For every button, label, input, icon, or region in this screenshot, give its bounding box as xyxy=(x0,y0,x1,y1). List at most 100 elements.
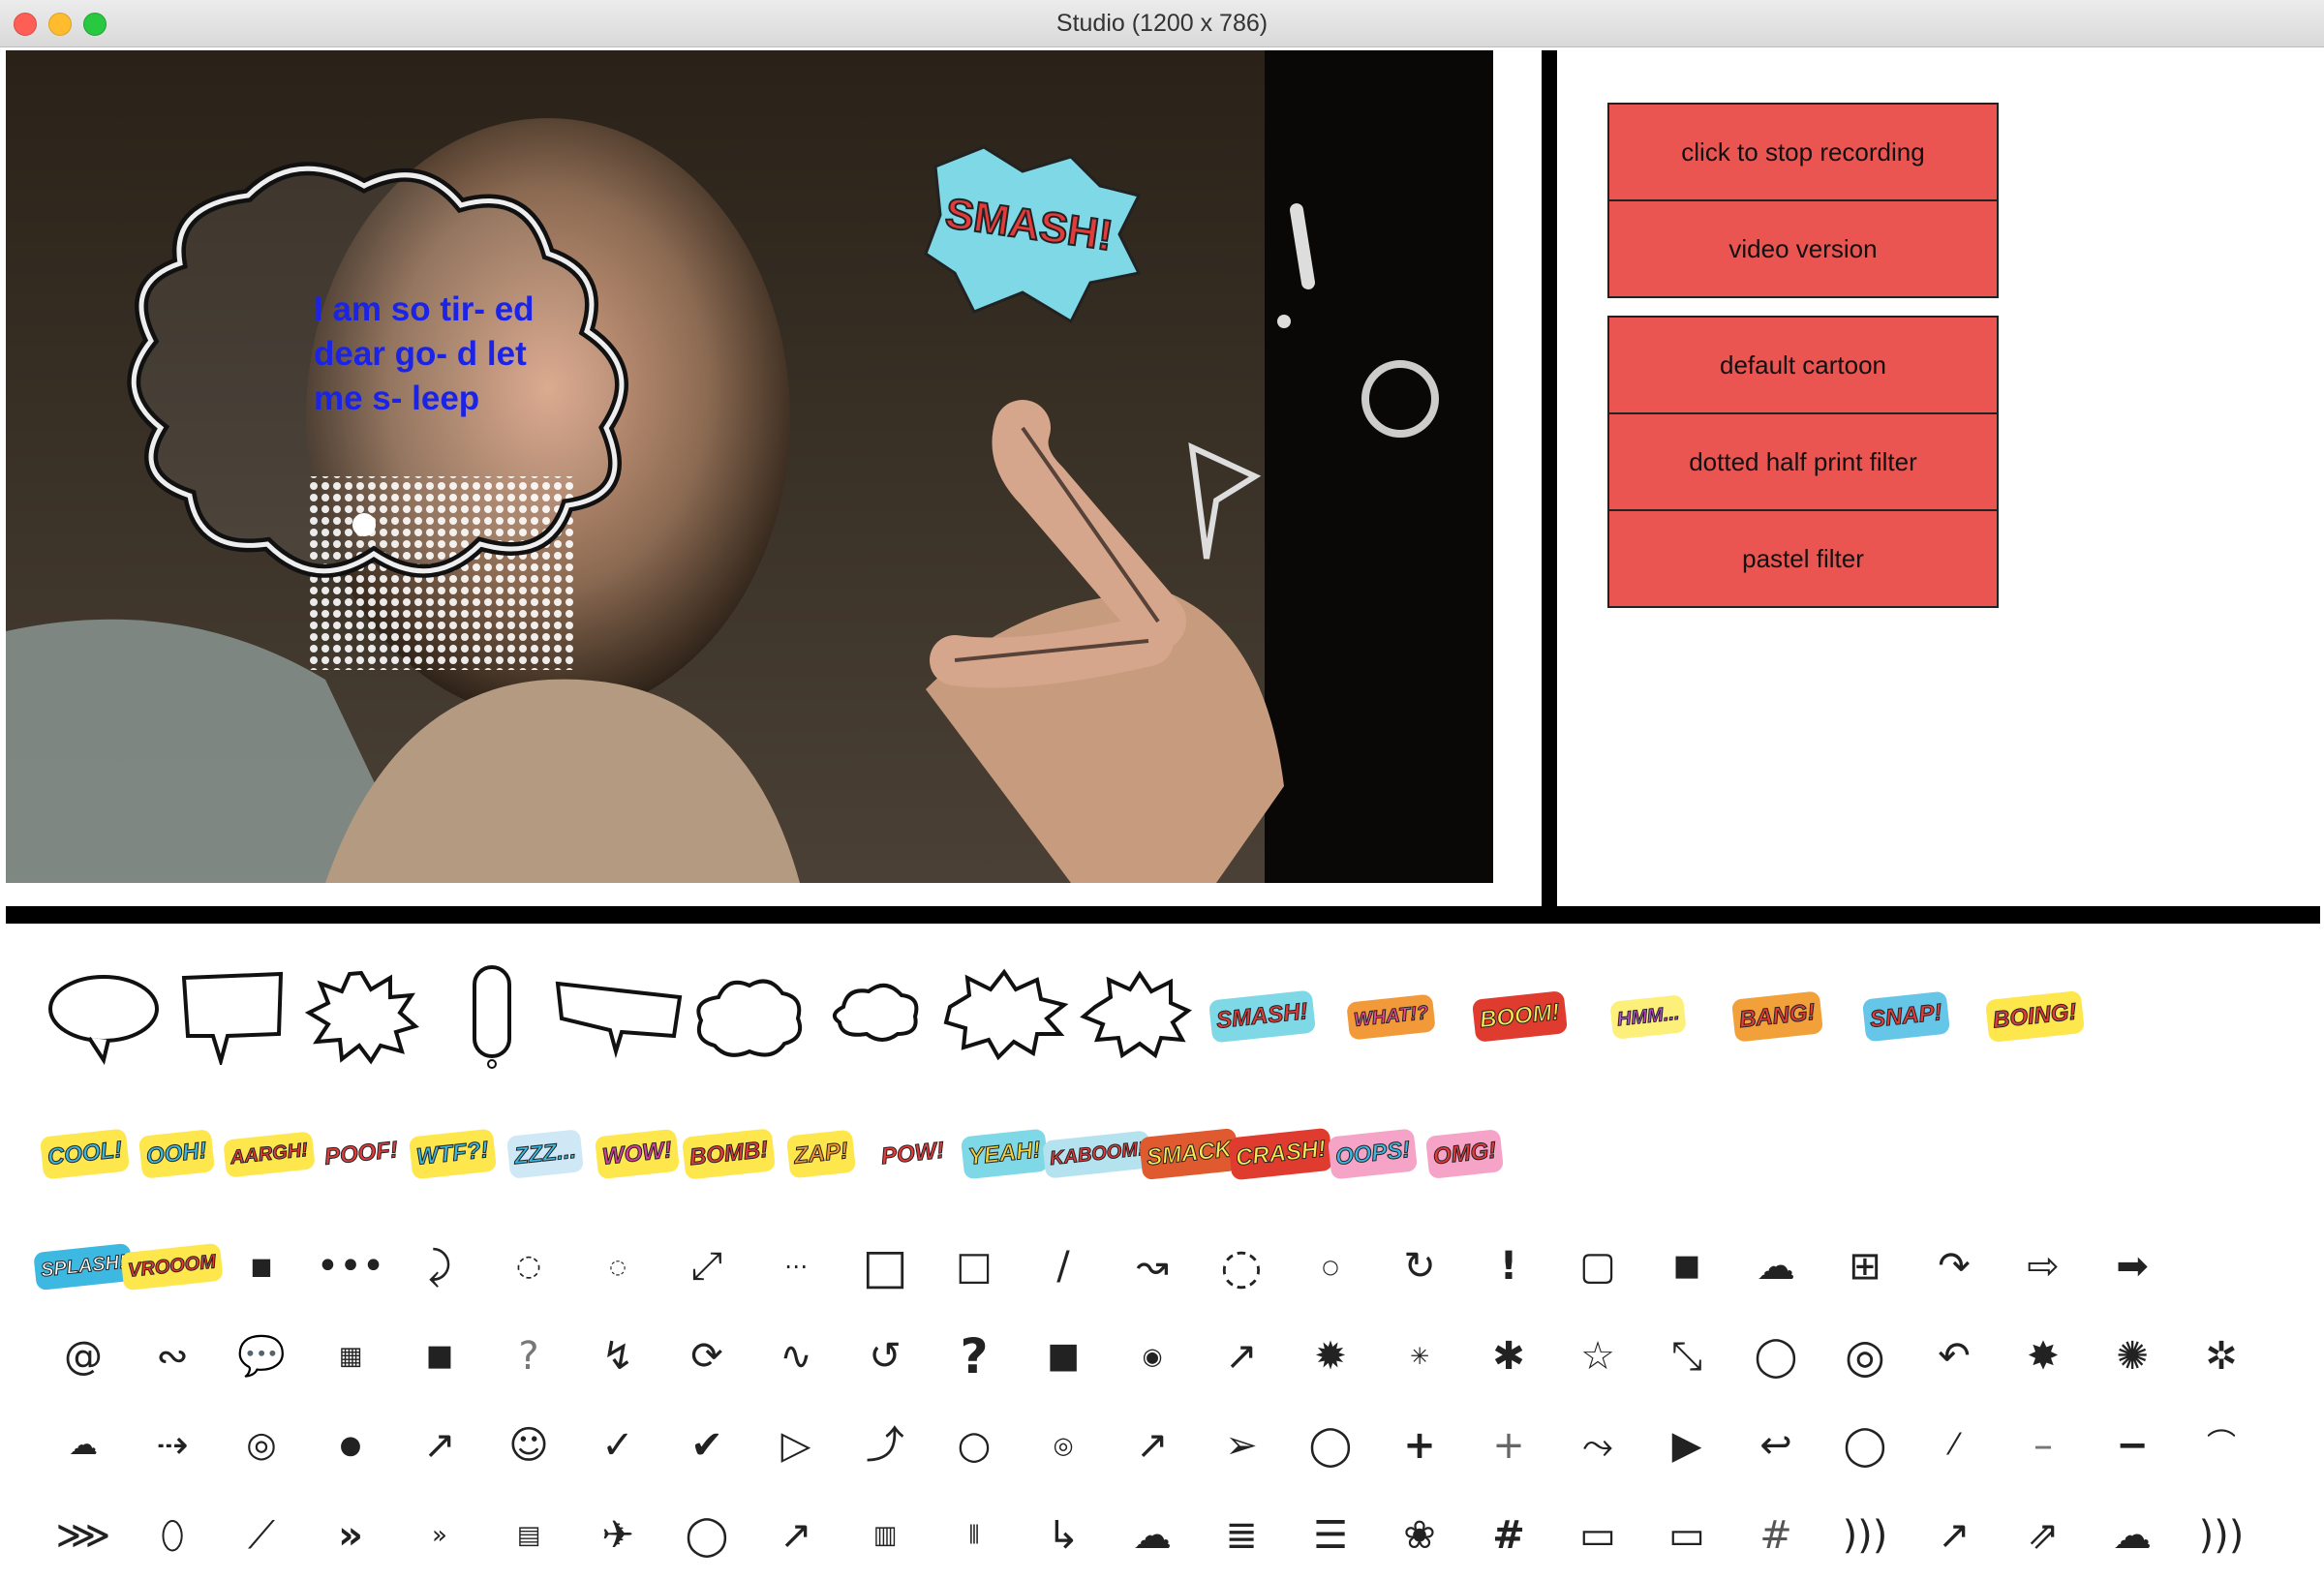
question-thin-icon[interactable]: ? xyxy=(484,1312,573,1401)
sticker-hmm[interactable]: HMM... xyxy=(1584,958,1713,1075)
squiggle-arrow-icon[interactable]: ⤳ xyxy=(1553,1401,1642,1490)
stacked-lines-icon[interactable]: ≣ xyxy=(1197,1491,1286,1580)
black-square-icon[interactable]: ■ xyxy=(395,1312,484,1401)
diagonal-double-arrow-icon[interactable]: ⤢ xyxy=(662,1222,751,1311)
sticker-smack[interactable]: SMACK xyxy=(1138,1096,1239,1212)
bold-dash-icon[interactable]: − xyxy=(2088,1401,2177,1490)
sticker-zzz[interactable]: ZZZ... xyxy=(499,1096,591,1212)
loop-arrow-icon[interactable]: ↻ xyxy=(1375,1222,1464,1311)
slash-stroke-icon[interactable]: / xyxy=(1019,1222,1108,1311)
thin-plus-icon[interactable]: + xyxy=(1464,1401,1553,1490)
wave-arcs-icon[interactable]: ))) xyxy=(2177,1491,2266,1580)
stop-recording-button[interactable]: click to stop recording xyxy=(1609,105,1997,201)
three-dots-icon[interactable]: ••• xyxy=(306,1222,395,1311)
bold-scribble-ring-icon[interactable]: ◯ xyxy=(662,1491,751,1580)
cloud-outline-icon[interactable]: ☁ xyxy=(1731,1222,1820,1311)
frame-square-icon[interactable]: ▢ xyxy=(1553,1222,1642,1311)
dotted-circle-large-icon[interactable]: ◌ xyxy=(1197,1222,1286,1311)
speech-frame-bold-icon[interactable]: ▭ xyxy=(1642,1491,1731,1580)
zigzag-arrow-icon[interactable]: ↝ xyxy=(1108,1222,1197,1311)
cloud-scribble-icon[interactable]: ☁ xyxy=(2088,1491,2177,1580)
smiley-icon[interactable]: ☺ xyxy=(484,1401,573,1490)
circular-arrow-icon[interactable]: ↷ xyxy=(1910,1222,1999,1311)
sticker-boing[interactable]: BOING! xyxy=(1971,958,2099,1075)
sticker-aargh[interactable]: AARGH! xyxy=(222,1096,316,1212)
sound-waves-icon[interactable]: ))) xyxy=(1820,1491,1910,1580)
sticker-snap[interactable]: SNAP! xyxy=(1842,958,1971,1075)
rounded-black-square-icon[interactable]: ■ xyxy=(1019,1312,1108,1401)
sparkle-lines-icon[interactable]: ✺ xyxy=(2088,1312,2177,1401)
sticker-bang[interactable]: BANG! xyxy=(1713,958,1842,1075)
flower-cloud-icon[interactable]: ❀ xyxy=(1375,1491,1464,1580)
question-bold-icon[interactable]: ? xyxy=(930,1312,1019,1401)
spiral-icon[interactable]: @ xyxy=(39,1312,128,1401)
sticker-smash[interactable]: SMASH! xyxy=(1198,958,1327,1075)
triangle-outline-icon[interactable]: ▷ xyxy=(751,1401,841,1490)
oval-outline-icon[interactable]: ○ xyxy=(930,1401,1019,1490)
swirl-icon[interactable]: ∾ xyxy=(128,1312,217,1401)
double-headed-arrow-icon[interactable]: ⤡ xyxy=(1642,1312,1731,1401)
tiny-star-icon[interactable]: ✳ xyxy=(1375,1312,1464,1401)
loop-up-arrow-icon[interactable]: ⤴ xyxy=(841,1401,930,1490)
pastel-filter-button[interactable]: pastel filter xyxy=(1609,511,1997,606)
paper-plane-icon[interactable]: ➢ xyxy=(1197,1401,1286,1490)
step-arrow-icon[interactable]: ↳ xyxy=(1019,1491,1108,1580)
filled-square-icon[interactable]: ■ xyxy=(1642,1222,1731,1311)
star-outline-icon[interactable]: ☆ xyxy=(1553,1312,1642,1401)
right-arrow-outline-icon[interactable]: ⇨ xyxy=(1999,1222,2088,1311)
plane-outline-icon[interactable]: ✈ xyxy=(573,1491,662,1580)
sticker-poof[interactable]: POOF! xyxy=(315,1096,407,1212)
sticker-what[interactable]: WHAT!? xyxy=(1327,958,1455,1075)
sticker-wow[interactable]: WOW! xyxy=(591,1096,683,1212)
dashed-arrow-icon[interactable]: ⇢ xyxy=(128,1401,217,1490)
scribble-arrow-icon[interactable]: ↺ xyxy=(841,1312,930,1401)
small-double-chevron-icon[interactable]: » xyxy=(395,1491,484,1580)
speech-bubble-spiky-icon[interactable] xyxy=(296,958,425,1075)
speech-bubble-tiny-icon[interactable]: 💬 xyxy=(217,1312,306,1401)
double-chevron-icon[interactable]: » xyxy=(306,1491,395,1580)
sticker-oops[interactable]: OOPS! xyxy=(1327,1096,1419,1212)
shout-bubble-wide-icon[interactable] xyxy=(940,958,1069,1075)
undo-arrow-icon[interactable]: ↶ xyxy=(1910,1312,1999,1401)
check-arrow-icon[interactable]: ↗ xyxy=(395,1401,484,1490)
sticker-bomb[interactable]: BOMB! xyxy=(681,1096,777,1212)
hash-thin-icon[interactable]: # xyxy=(1731,1491,1820,1580)
filled-square-small-icon[interactable]: ■ xyxy=(217,1222,306,1311)
sticker-yeah[interactable]: YEAH! xyxy=(959,1096,1051,1212)
dotted-line-icon[interactable]: ⋯ xyxy=(751,1222,841,1311)
lightning-squiggle-icon[interactable]: ↯ xyxy=(573,1312,662,1401)
thin-arrow-up-right-icon[interactable]: ↗ xyxy=(751,1491,841,1580)
black-burst-icon[interactable]: ✱ xyxy=(1464,1312,1553,1401)
wave-lines-icon[interactable]: ∿ xyxy=(751,1312,841,1401)
exclamation-icon[interactable]: ! xyxy=(1464,1222,1553,1311)
thought-bubble-cloud-icon[interactable] xyxy=(683,958,811,1075)
thought-bubble-small-icon[interactable] xyxy=(811,958,940,1075)
triple-chevron-icon[interactable]: ⋙ xyxy=(39,1491,128,1580)
bold-plus-icon[interactable]: + xyxy=(1375,1401,1464,1490)
sticker-cool[interactable]: COOL! xyxy=(39,1096,131,1212)
hook-arrow-icon[interactable]: ↩ xyxy=(1731,1401,1820,1490)
sticker-vrooom[interactable]: VROOOM xyxy=(120,1222,225,1311)
cloud-large-icon[interactable]: ☁ xyxy=(1108,1491,1197,1580)
right-arrow-hatched-icon[interactable]: ➡ xyxy=(2088,1222,2177,1311)
dotted-circle-icon[interactable]: ◌ xyxy=(484,1222,573,1311)
swoosh-arrow-icon[interactable]: ↗ xyxy=(1108,1401,1197,1490)
slanted-line-icon[interactable]: ⟋ xyxy=(217,1491,306,1580)
hash-bold-icon[interactable]: # xyxy=(1464,1491,1553,1580)
square-outline-small-icon[interactable]: □ xyxy=(930,1222,1019,1311)
burst-star-icon[interactable]: ✸ xyxy=(1999,1312,2088,1401)
curved-arrow-icon[interactable]: ⤸ xyxy=(395,1222,484,1311)
checkmark-thin-icon[interactable]: ✓ xyxy=(573,1401,662,1490)
default-cartoon-button[interactable]: default cartoon xyxy=(1609,318,1997,414)
sticker-ooh[interactable]: OOH! xyxy=(131,1096,223,1212)
sticker-omg[interactable]: OMG! xyxy=(1419,1096,1511,1212)
diagonal-arrow-icon[interactable]: ⇗ xyxy=(1999,1491,2088,1580)
shout-bubble-small-icon[interactable] xyxy=(1069,958,1198,1075)
dotted-half-print-filter-button[interactable]: dotted half print filter xyxy=(1609,414,1997,511)
concentric-circle-icon[interactable]: ◎ xyxy=(217,1401,306,1490)
thin-oval-icon[interactable]: ⬯ xyxy=(128,1491,217,1580)
scribble-square-icon[interactable]: ▦ xyxy=(306,1312,395,1401)
burst-outline-icon[interactable]: ✹ xyxy=(1286,1312,1375,1401)
barcode-lines-icon[interactable]: ▥ xyxy=(841,1491,930,1580)
small-circle-icon[interactable]: ○ xyxy=(1286,1222,1375,1311)
